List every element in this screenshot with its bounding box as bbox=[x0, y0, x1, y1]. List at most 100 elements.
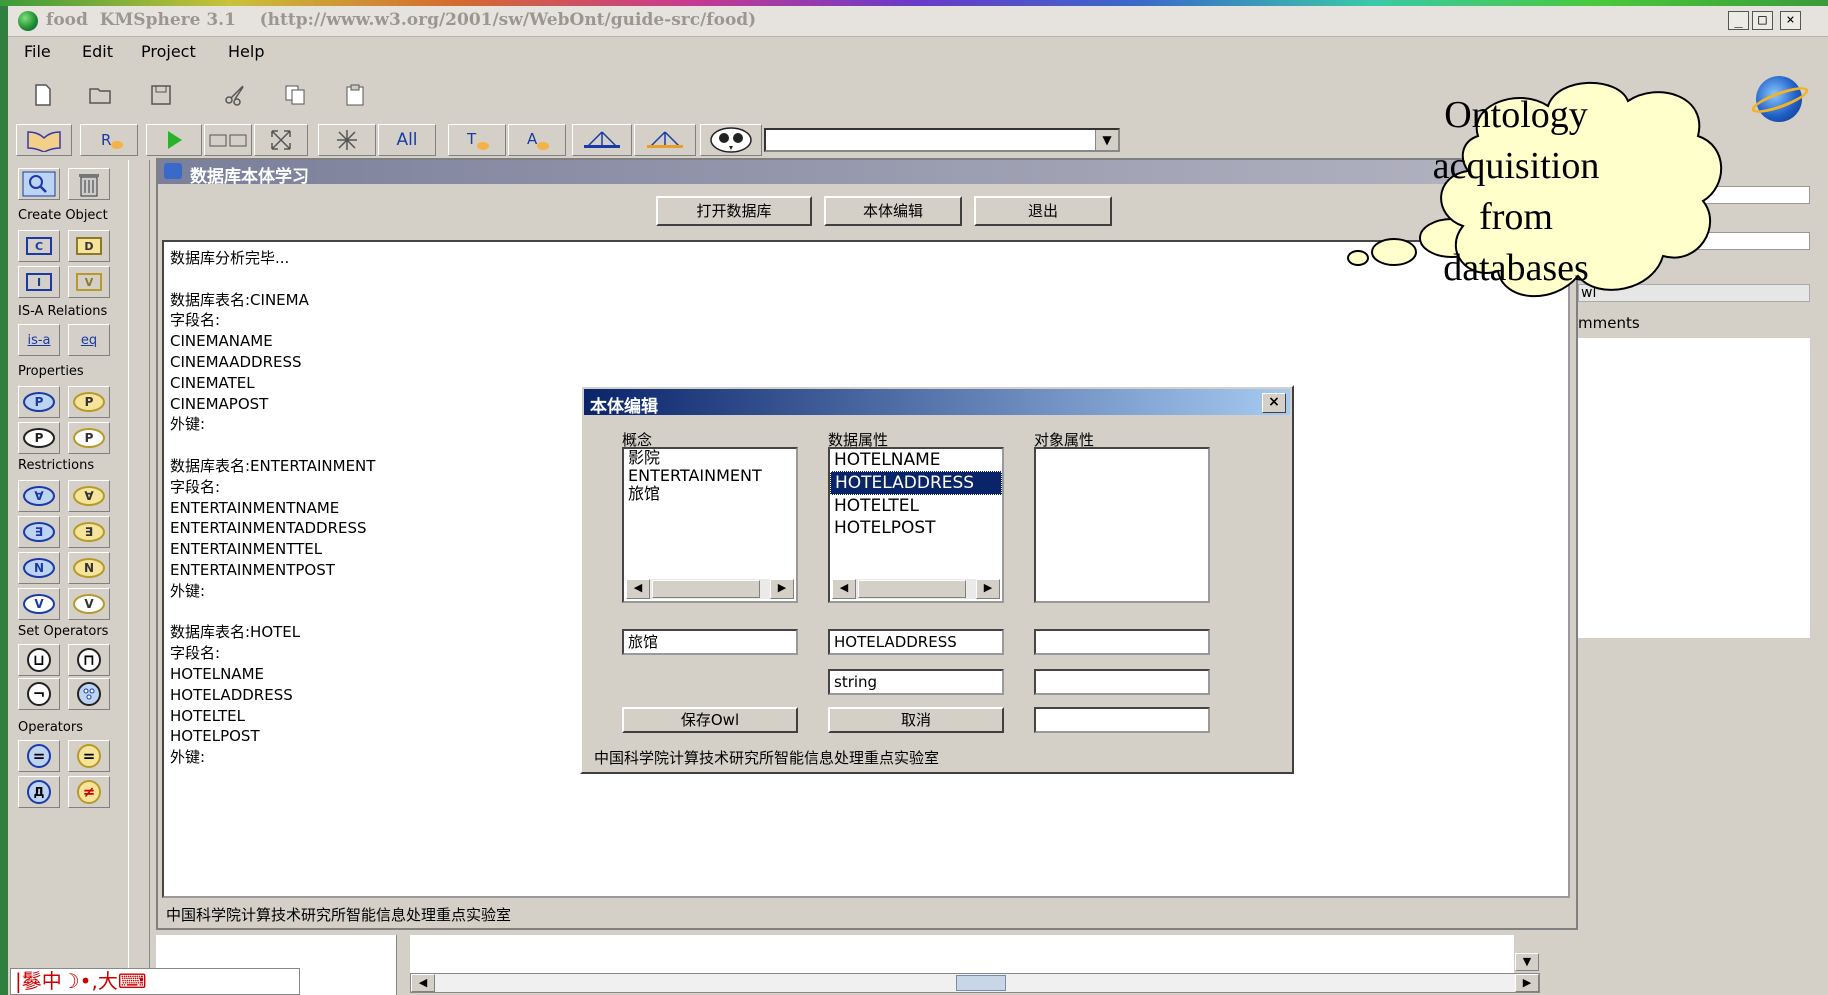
search-icon[interactable] bbox=[18, 168, 60, 200]
maximize-button[interactable]: □ bbox=[1752, 11, 1773, 30]
scroll-thumb[interactable] bbox=[956, 975, 1006, 991]
chevron-down-icon[interactable]: ▼ bbox=[1095, 130, 1118, 150]
complement-button[interactable]: ¬ bbox=[18, 678, 60, 710]
different-icon: Д bbox=[27, 780, 51, 804]
cancel-button[interactable]: 取消 bbox=[828, 707, 1004, 733]
star-network-icon[interactable] bbox=[318, 124, 376, 156]
cardinality-restriction-button[interactable]: N bbox=[18, 552, 60, 584]
dialog-close-button[interactable]: × bbox=[1262, 393, 1286, 413]
forall-data-restriction-button[interactable]: ∀ bbox=[68, 480, 110, 512]
title-bar: food KMSphere 3.1 (http://www.w3.org/200… bbox=[8, 6, 1828, 37]
ime-toolbar[interactable]: |鬖中☽•,大⌨ bbox=[10, 968, 300, 995]
scroll-right-icon[interactable]: ▶ bbox=[976, 579, 1000, 599]
save-owl-button[interactable]: 保存Owl bbox=[622, 707, 798, 733]
menu-help[interactable]: Help bbox=[228, 42, 264, 61]
concept-item[interactable]: 旅馆 bbox=[624, 485, 796, 503]
concepts-list[interactable]: 影院 ENTERTAINMENT 旅馆 ◀ ▶ bbox=[622, 447, 798, 603]
scroll-right-icon[interactable]: ▶ bbox=[1515, 974, 1539, 992]
exit-button[interactable]: 退出 bbox=[974, 196, 1112, 226]
data-property-item[interactable]: HOTELNAME bbox=[830, 449, 1002, 471]
enumeration-button[interactable] bbox=[68, 678, 110, 710]
relation-r-icon[interactable]: R bbox=[80, 124, 138, 156]
object-property-field-1[interactable] bbox=[1034, 629, 1210, 655]
scroll-left-icon[interactable]: ◀ bbox=[411, 974, 435, 992]
create-individual-button[interactable]: I bbox=[18, 266, 60, 298]
concept-item[interactable]: ENTERTAINMENT bbox=[624, 467, 796, 485]
ontology-edit-button[interactable]: 本体编辑 bbox=[824, 196, 962, 226]
object-property-button[interactable]: P bbox=[18, 386, 60, 418]
owl-face-icon[interactable] bbox=[700, 124, 762, 156]
trash-icon[interactable] bbox=[68, 168, 110, 200]
is-a-button[interactable]: is-a bbox=[18, 324, 60, 356]
run-play-icon[interactable] bbox=[146, 124, 202, 156]
data-property-item[interactable]: HOTELPOST bbox=[830, 517, 1002, 539]
object-property-field-3[interactable] bbox=[1034, 707, 1210, 733]
equal-data-operator-button[interactable]: = bbox=[68, 740, 110, 772]
exists-data-restriction-button[interactable]: ∃ bbox=[68, 516, 110, 548]
scroll-left-icon[interactable]: ◀ bbox=[832, 579, 856, 599]
new-file-icon[interactable] bbox=[28, 80, 58, 110]
data-properties-list[interactable]: HOTELNAME HOTELADDRESS HOTELTEL HOTELPOST ◀… bbox=[828, 447, 1004, 603]
vertical-scrollbar[interactable]: ▼ bbox=[1514, 935, 1540, 973]
comments-area[interactable] bbox=[1578, 338, 1810, 638]
equal-operator-button[interactable]: = bbox=[18, 740, 60, 772]
different-operator-button[interactable]: Д bbox=[18, 776, 60, 808]
scroll-down-icon[interactable]: ▼ bbox=[1515, 953, 1539, 971]
menu-edit[interactable]: Edit bbox=[82, 42, 113, 61]
text-t-icon[interactable]: T bbox=[448, 124, 506, 156]
data-properties-hscroll[interactable]: ◀ ▶ bbox=[832, 579, 1000, 599]
create-datatype-button[interactable]: D bbox=[68, 230, 110, 262]
open-database-button[interactable]: 打开数据库 bbox=[656, 196, 812, 226]
equivalent-button[interactable]: eq bbox=[68, 324, 110, 356]
datatype-property-button[interactable]: P bbox=[68, 386, 110, 418]
intersection-button[interactable]: ⊓ bbox=[68, 644, 110, 676]
scroll-right-icon[interactable]: ▶ bbox=[770, 579, 794, 599]
eq-label: eq bbox=[80, 332, 98, 348]
save-icon[interactable] bbox=[146, 80, 176, 110]
exists-restriction-button[interactable]: ∃ bbox=[18, 516, 60, 548]
create-class-button[interactable]: C bbox=[18, 230, 60, 262]
palette-splitter[interactable] bbox=[128, 160, 150, 995]
create-value-button[interactable]: V bbox=[68, 266, 110, 298]
ontology-selector-combo[interactable]: ▼ bbox=[764, 128, 1120, 152]
forall-restriction-button[interactable]: ∀ bbox=[18, 480, 60, 512]
show-all-button[interactable]: All bbox=[378, 124, 436, 156]
hasvalue-restriction-button[interactable]: V bbox=[18, 588, 60, 620]
data-property-item[interactable]: HOTELADDRESS bbox=[830, 471, 1002, 495]
union-button[interactable]: ⊔ bbox=[18, 644, 60, 676]
property-name-field[interactable]: HOTELADDRESS bbox=[828, 629, 1004, 655]
hasvalue-data-restriction-button[interactable]: V bbox=[68, 588, 110, 620]
cardinality-data-restriction-button[interactable]: N bbox=[68, 552, 110, 584]
copy-icon[interactable] bbox=[280, 80, 310, 110]
not-equal-operator-button[interactable]: ≠ bbox=[68, 776, 110, 808]
ontology-book-icon[interactable] bbox=[16, 124, 72, 156]
scroll-left-icon[interactable]: ◀ bbox=[626, 579, 650, 599]
scroll-thumb[interactable] bbox=[858, 580, 966, 598]
paste-icon[interactable] bbox=[340, 80, 370, 110]
cut-icon[interactable] bbox=[220, 80, 250, 110]
isa-relations-label: IS-A Relations bbox=[18, 304, 108, 319]
concept-item[interactable]: 影院 bbox=[624, 449, 796, 467]
expand-icon[interactable] bbox=[254, 124, 308, 156]
data-property-item[interactable]: HOTELTEL bbox=[830, 495, 1002, 517]
concept-name-field[interactable]: 旅馆 bbox=[622, 629, 798, 655]
layout-panes-icon[interactable] bbox=[204, 124, 252, 156]
property-type-field[interactable]: string bbox=[828, 669, 1004, 695]
hierarchy-tree-2-icon[interactable] bbox=[634, 124, 696, 156]
callout-line-3: from bbox=[1479, 196, 1553, 238]
attribute-a-icon[interactable]: A bbox=[508, 124, 566, 156]
close-button[interactable]: × bbox=[1780, 11, 1801, 30]
open-folder-icon[interactable] bbox=[86, 80, 116, 110]
menu-project[interactable]: Project bbox=[141, 42, 196, 61]
object-property-field-2[interactable] bbox=[1034, 669, 1210, 695]
svg-text:T: T bbox=[466, 130, 477, 148]
menu-file[interactable]: File bbox=[24, 42, 51, 61]
object-properties-list[interactable] bbox=[1034, 447, 1210, 603]
scroll-thumb[interactable] bbox=[652, 580, 760, 598]
object-property-2-button[interactable]: P bbox=[18, 422, 60, 454]
horizontal-scrollbar[interactable]: ◀ ▶ bbox=[410, 973, 1540, 993]
datatype-property-2-button[interactable]: P bbox=[68, 422, 110, 454]
hierarchy-tree-icon[interactable] bbox=[572, 124, 632, 156]
minimize-button[interactable]: _ bbox=[1728, 11, 1749, 30]
concepts-hscroll[interactable]: ◀ ▶ bbox=[626, 579, 794, 599]
